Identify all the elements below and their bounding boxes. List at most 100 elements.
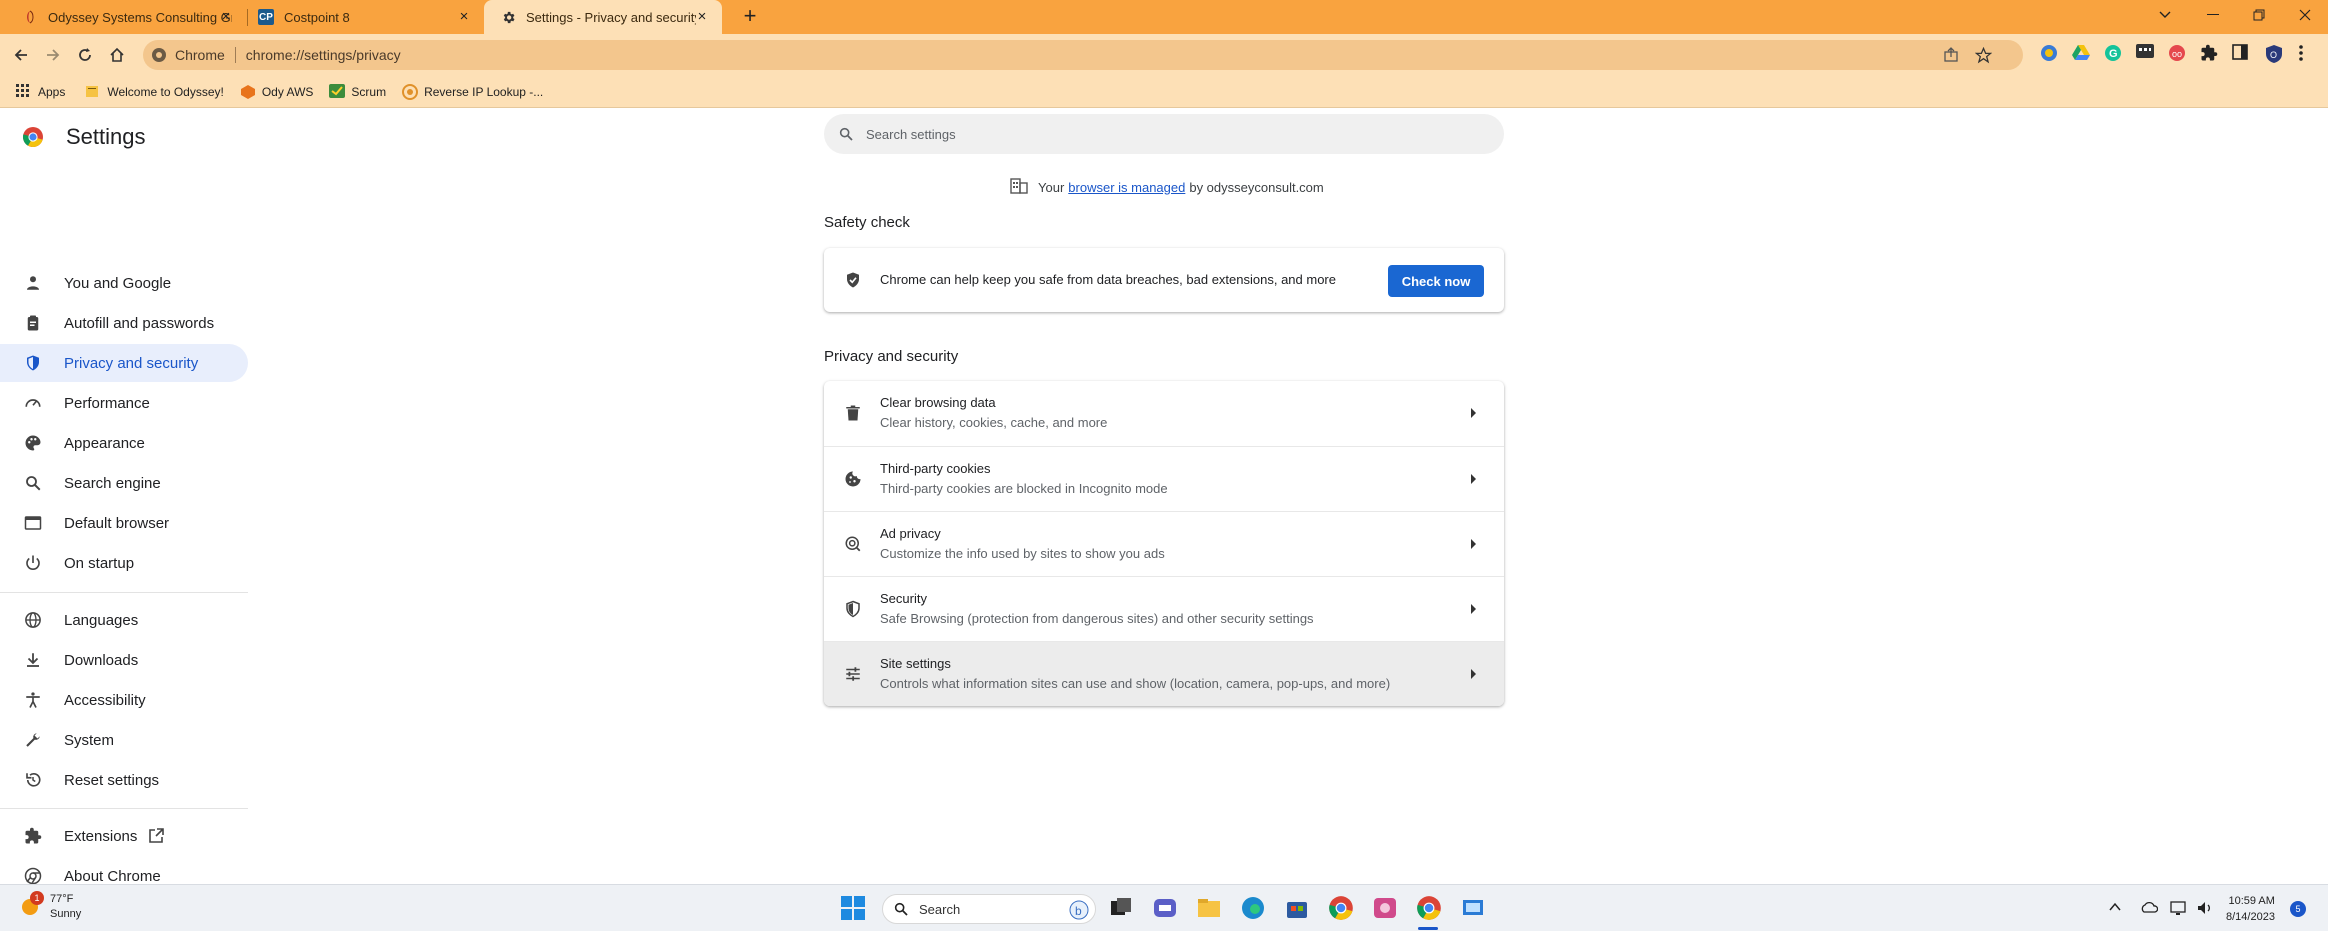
new-tab-button[interactable]: + — [738, 5, 762, 29]
sidebar-item-you-and-google[interactable]: You and Google — [0, 264, 248, 302]
back-button[interactable] — [7, 41, 35, 69]
bookmark-apps[interactable]: Apps — [16, 83, 65, 100]
cookie-icon — [844, 470, 862, 488]
clock-time: 10:59 AM — [2228, 895, 2275, 907]
chevron-up-icon[interactable] — [2108, 900, 2126, 918]
sidebar-item-extensions[interactable]: Extensions — [0, 817, 248, 855]
weather-widget[interactable]: 1 77°F Sunny — [18, 891, 82, 922]
reset-history-icon — [24, 771, 42, 789]
profile-avatar[interactable]: O — [2264, 44, 2282, 63]
forward-button[interactable] — [39, 41, 67, 69]
browser-managed-link[interactable]: browser is managed — [1068, 180, 1185, 195]
notification-count-badge[interactable]: 5 — [2290, 901, 2306, 917]
bookmark-label: Ody AWS — [261, 84, 314, 99]
taskbar-search-input[interactable]: Search b — [882, 894, 1096, 924]
row-ad-privacy[interactable]: Ad privacy Customize the info used by si… — [824, 511, 1504, 576]
close-icon[interactable]: × — [456, 9, 472, 25]
remote-desktop-icon[interactable] — [1460, 895, 1486, 921]
search-placeholder: Search settings — [866, 126, 956, 142]
sidebar-item-performance[interactable]: Performance — [0, 384, 248, 422]
bookmark-scrum[interactable]: Scrum — [329, 83, 387, 100]
row-subtitle: Clear history, cookies, cache, and more — [880, 415, 1108, 430]
search-settings-input[interactable]: Search settings — [824, 114, 1504, 154]
page-title: Settings — [66, 124, 146, 149]
browser-window-icon — [24, 514, 42, 532]
photos-app-icon[interactable] — [1372, 895, 1398, 921]
microsoft-store-icon[interactable] — [1284, 895, 1310, 921]
grammarly-icon[interactable]: G — [2104, 44, 2122, 62]
menu-kebab-icon[interactable] — [2298, 44, 2316, 62]
url-text[interactable]: chrome://settings/privacy — [246, 47, 401, 63]
sidebar-item-system[interactable]: System — [0, 721, 248, 759]
onedrive-icon[interactable] — [2140, 900, 2159, 918]
tab-search-icon[interactable] — [2142, 0, 2188, 30]
extension-icon-5[interactable]: oo — [2168, 44, 2186, 62]
bookmark-ody-aws[interactable]: Ody AWS — [240, 84, 314, 100]
sidebar-item-privacy[interactable]: Privacy and security — [0, 344, 248, 382]
close-window-button[interactable] — [2282, 0, 2328, 30]
close-icon[interactable]: × — [694, 9, 710, 25]
tab-strip: Odyssey Systems Consulting Gro × CP Cost… — [0, 0, 2328, 34]
address-bar[interactable]: Chrome chrome://settings/privacy — [143, 40, 2023, 70]
tab-odyssey[interactable]: Odyssey Systems Consulting Gro × — [0, 0, 246, 34]
weather-condition: Sunny — [50, 908, 82, 920]
edge-icon[interactable] — [1240, 895, 1266, 921]
teams-chat-icon[interactable] — [1152, 895, 1178, 921]
bookmark-star-icon[interactable] — [1974, 46, 1993, 65]
sidebar-item-accessibility[interactable]: Accessibility — [0, 681, 248, 719]
google-drive-icon[interactable] — [2072, 44, 2090, 62]
tab-settings[interactable]: Settings - Privacy and security × — [484, 0, 722, 34]
share-icon[interactable] — [1943, 47, 1961, 65]
row-clear-browsing-data[interactable]: Clear browsing data Clear history, cooki… — [824, 381, 1504, 446]
display-icon[interactable] — [2170, 900, 2188, 918]
reload-button[interactable] — [71, 41, 99, 69]
chrome-profile-taskbar-icon[interactable] — [1416, 895, 1442, 921]
sidebar-item-languages[interactable]: Languages — [0, 601, 248, 639]
row-site-settings[interactable]: Site settings Controls what information … — [824, 641, 1504, 706]
file-explorer-icon[interactable] — [1196, 895, 1222, 921]
chrome-taskbar-icon[interactable] — [1328, 895, 1354, 921]
sidebar-item-search-engine[interactable]: Search engine — [0, 464, 248, 502]
extension-icon-1[interactable] — [2040, 44, 2058, 62]
sidebar-item-reset[interactable]: Reset settings — [0, 761, 248, 799]
sidebar-item-downloads[interactable]: Downloads — [0, 641, 248, 679]
check-now-button[interactable]: Check now — [1388, 265, 1484, 297]
row-third-party-cookies[interactable]: Third-party cookies Third-party cookies … — [824, 446, 1504, 511]
bing-icon: b — [1069, 900, 1089, 923]
settings-header: Settings — [22, 124, 146, 150]
wrench-icon — [24, 731, 42, 749]
reverse-ip-icon — [402, 83, 419, 100]
extension-icon-4[interactable] — [2136, 44, 2154, 62]
windows-taskbar: 1 77°F Sunny Search b 10:59 AM 8/14/2023… — [0, 884, 2328, 931]
row-subtitle: Controls what information sites can use … — [880, 676, 1391, 691]
safety-check-heading: Safety check — [824, 214, 910, 231]
row-security[interactable]: Security Safe Browsing (protection from … — [824, 576, 1504, 641]
omnibox-chip: Chrome — [175, 47, 225, 63]
bookmark-label: Scrum — [351, 84, 387, 99]
task-view-icon[interactable] — [1108, 895, 1134, 921]
sliders-icon — [844, 665, 862, 683]
sidebar-item-appearance[interactable]: Appearance — [0, 424, 248, 462]
side-panel-icon[interactable] — [2232, 44, 2250, 62]
sidebar-item-on-startup[interactable]: On startup — [0, 544, 248, 582]
sidebar-item-default-browser[interactable]: Default browser — [0, 504, 248, 542]
tab-costpoint[interactable]: CP Costpoint 8 × — [248, 0, 484, 34]
minimize-button[interactable] — [2190, 0, 2236, 30]
shield-check-icon — [844, 271, 862, 289]
chrome-icon — [24, 867, 42, 885]
windows-start-icon[interactable] — [840, 895, 866, 921]
volume-icon[interactable] — [2196, 900, 2214, 918]
system-clock[interactable]: 10:59 AM 8/14/2023 — [2226, 893, 2275, 925]
sidebar-item-autofill[interactable]: Autofill and passwords — [0, 304, 248, 342]
home-button[interactable] — [103, 41, 131, 69]
bookmark-welcome[interactable]: Welcome to Odyssey! — [85, 84, 224, 100]
close-icon[interactable]: × — [218, 9, 234, 25]
arrow-right-icon — [1471, 604, 1476, 614]
bookmark-reverse-ip[interactable]: Reverse IP Lookup -... — [402, 83, 543, 100]
puzzle-icon[interactable] — [2200, 44, 2218, 62]
restore-button[interactable] — [2236, 0, 2282, 30]
ad-privacy-icon — [844, 535, 862, 553]
trash-icon — [844, 404, 862, 422]
sidebar-item-label: On startup — [64, 554, 135, 572]
tab-title: Settings - Privacy and security — [526, 9, 696, 25]
